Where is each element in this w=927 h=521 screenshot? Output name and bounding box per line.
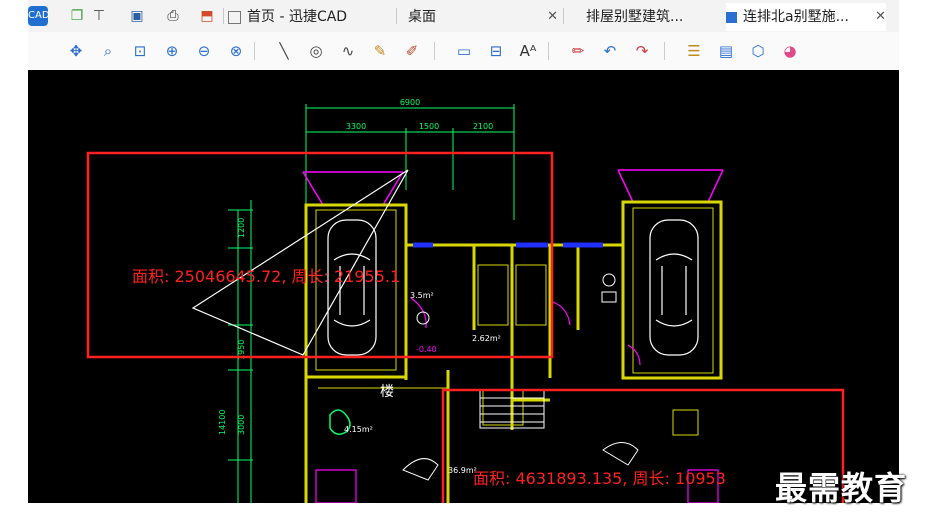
zoom-out-icon[interactable]: ⊖ (194, 41, 214, 61)
stair-label: 楼 (380, 384, 394, 400)
watermark: 最需教育 (775, 469, 908, 507)
tab-home[interactable]: 首页 - 迅捷CAD (228, 3, 393, 31)
new-icon[interactable]: ❐ (68, 6, 86, 26)
tab-home-label: 首页 - 迅捷CAD (247, 9, 348, 25)
drawing-canvas[interactable]: 6900 3300 1500 2100 1200 1950 3000 14100 (28, 70, 899, 503)
open-icon[interactable]: ⊤ (90, 6, 108, 26)
separator (396, 8, 397, 24)
tab-drawing-active-label: 连排北a别墅施... (743, 9, 849, 25)
dimension-vertical: 1200 (237, 218, 246, 238)
fixtures (402, 273, 639, 481)
dimension-part: 1500 (419, 122, 439, 131)
export-icon[interactable]: ⬒ (198, 6, 216, 26)
layer-icon[interactable]: ☰ (684, 41, 704, 61)
sketch-icon[interactable]: ✎ (370, 41, 390, 61)
separator (548, 42, 549, 60)
right-margin (899, 0, 927, 521)
dimension-part: 3300 (346, 122, 366, 131)
save-icon[interactable]: ▣ (128, 6, 146, 26)
circle-icon[interactable]: ◎ (306, 41, 326, 61)
layer-manager-icon[interactable]: ▤ (716, 41, 736, 61)
tab-bar: CAD ❐ ⊤ ▣ ⎙ ⬒ 首页 - 迅捷CAD 桌面 ✕ 排屋别墅建筑... … (28, 0, 899, 33)
separator (664, 42, 665, 60)
dimension-part: 2100 (473, 122, 493, 131)
tab-desktop-label: 桌面 (408, 9, 436, 25)
area-label-2: 面积: 4631893.135, 周长: 10953 (473, 469, 726, 488)
drawing-icon (726, 11, 737, 23)
redo-icon[interactable]: ↷ (632, 41, 652, 61)
garage-doors (302, 169, 724, 206)
zoom-realtime-icon[interactable]: ⌕ (98, 41, 118, 61)
elevation-label: -0.40 (416, 345, 437, 354)
room-label: 3.5m² (410, 291, 434, 300)
dimension-vertical: 14100 (218, 410, 227, 435)
dimension-total: 6900 (400, 98, 420, 107)
text-block-icon[interactable]: ⊟ (486, 41, 506, 61)
close-icon[interactable]: ✕ (875, 3, 886, 31)
area-label-1: 面积: 25046645.72, 周长: 21955.1 (132, 267, 400, 286)
text-size-icon[interactable]: Aᴬ (518, 41, 538, 61)
color-icon[interactable]: ◕ (780, 41, 800, 61)
polyline-icon[interactable]: ∿ (338, 41, 358, 61)
rectangle-icon[interactable]: ▭ (454, 41, 474, 61)
toolbar: ✥ ⌕ ⊡ ⊕ ⊖ ⊗ ╲ ◎ ∿ ✎ ✐ ▭ ⊟ Aᴬ ✏ ↶ ↷ ☰ ▤ ⬡… (28, 32, 899, 71)
separator (434, 42, 435, 60)
home-icon (228, 10, 241, 24)
erase-icon[interactable]: ✐ (402, 41, 422, 61)
dimension-vertical: 3000 (237, 415, 246, 435)
undo-icon[interactable]: ↶ (600, 41, 620, 61)
zoom-window-icon[interactable]: ⊡ (130, 41, 150, 61)
zoom-in-icon[interactable]: ⊕ (162, 41, 182, 61)
separator (254, 42, 255, 60)
tab-drawing-active[interactable]: 连排北a别墅施... ✕ (726, 3, 886, 31)
cad-drawing: 6900 3300 1500 2100 1200 1950 3000 14100 (86, 98, 845, 503)
tab-desktop[interactable]: 桌面 ✕ (408, 3, 558, 31)
pan-icon[interactable]: ✥ (66, 41, 86, 61)
tab-drawing-1[interactable]: 排屋别墅建筑... ✕ (586, 3, 736, 31)
room-label: 4.15m² (344, 425, 373, 434)
separator (223, 8, 224, 24)
separator (563, 8, 564, 24)
line-icon[interactable]: ╲ (274, 41, 294, 61)
close-icon[interactable]: ✕ (547, 3, 558, 31)
3d-view-icon[interactable]: ⬡ (748, 41, 768, 61)
dimension-lines (228, 104, 515, 503)
selection-rect-1[interactable] (86, 151, 554, 359)
print-icon[interactable]: ⎙ (164, 6, 182, 26)
markup-icon[interactable]: ✏ (568, 41, 588, 61)
zoom-extents-icon[interactable]: ⊗ (226, 41, 246, 61)
tab-drawing-1-label: 排屋别墅建筑... (586, 9, 684, 25)
room-label: 2.62m² (472, 334, 501, 343)
app-logo-icon[interactable]: CAD (28, 6, 50, 26)
